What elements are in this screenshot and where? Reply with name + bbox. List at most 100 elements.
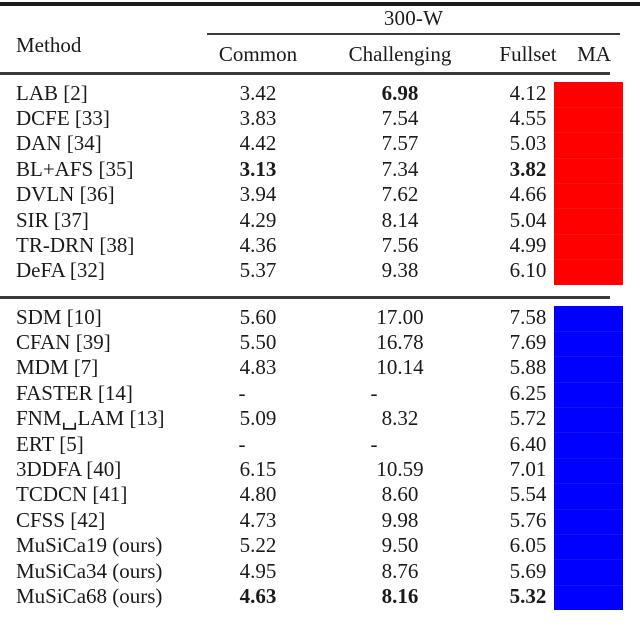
table-row: TR-DRN [38] 4.36 7.56 4.99 bbox=[0, 233, 640, 258]
table-row: SIR [37] 4.29 8.14 5.04 bbox=[0, 208, 640, 233]
cell-challenging: 6.98 bbox=[381, 80, 419, 105]
column-header-method: Method bbox=[16, 33, 82, 57]
table-row: DVLN [36] 3.94 7.62 4.66 bbox=[0, 182, 640, 207]
cell-common: 5.50 bbox=[239, 329, 277, 354]
ma-cell bbox=[554, 457, 623, 484]
group-header-rule bbox=[207, 33, 620, 35]
section-separator-rule bbox=[0, 296, 610, 299]
cell-challenging: 9.50 bbox=[381, 533, 419, 558]
table-row: MDM [7] 4.83 10.14 5.88 bbox=[0, 355, 640, 380]
ma-cell bbox=[554, 233, 623, 260]
cell-challenging: 17.00 bbox=[376, 304, 424, 329]
cell-method: ERT [5] bbox=[16, 431, 84, 456]
cell-method: CFAN [39] bbox=[16, 329, 111, 354]
cell-method: DCFE [33] bbox=[16, 105, 110, 130]
cell-method: MuSiCa19 (ours) bbox=[16, 533, 163, 558]
cell-common: - bbox=[238, 380, 246, 405]
table-row: DAN [34] 4.42 7.57 5.03 bbox=[0, 131, 640, 156]
cell-challenging: 9.38 bbox=[381, 258, 419, 283]
cell-method: TR-DRN [38] bbox=[16, 232, 135, 257]
table-row: FASTER [14] - -6.25 bbox=[0, 381, 640, 406]
table-row: CFSS [42] 4.73 9.98 5.76 bbox=[0, 508, 640, 533]
column-header-challenging: Challenging bbox=[348, 42, 452, 66]
ma-cell bbox=[554, 183, 623, 209]
table-row: FNM␣LAM [13] 5.09 8.32 5.72 bbox=[0, 406, 640, 431]
ma-block-section-red bbox=[554, 81, 623, 285]
column-header-ma: MA bbox=[577, 42, 611, 66]
cell-common: 4.36 bbox=[239, 232, 277, 257]
cell-challenging: - bbox=[370, 431, 378, 456]
ma-cell bbox=[554, 157, 623, 184]
ma-cell bbox=[554, 584, 623, 611]
table-row: BL+AFS [35] 3.13 7.34 3.82 bbox=[0, 157, 640, 182]
cell-challenging: 8.76 bbox=[381, 558, 419, 583]
cell-common: 6.15 bbox=[239, 456, 277, 481]
cell-challenging: 7.62 bbox=[381, 182, 419, 207]
cell-method: SIR [37] bbox=[16, 207, 89, 232]
cell-common: 4.42 bbox=[239, 131, 277, 156]
cell-method: MuSiCa34 (ours) bbox=[16, 558, 163, 583]
cell-method: DAN [34] bbox=[16, 131, 102, 156]
cell-challenging: - bbox=[370, 380, 378, 405]
cell-common: 4.73 bbox=[239, 507, 277, 532]
ma-cell bbox=[554, 432, 623, 458]
cell-challenging: 8.16 bbox=[381, 583, 419, 608]
cell-common: 5.37 bbox=[239, 258, 277, 283]
cell-common: 5.22 bbox=[239, 533, 277, 558]
ma-cell bbox=[554, 106, 623, 133]
group-header-300w: 300-W bbox=[383, 6, 444, 30]
cell-common: 4.63 bbox=[239, 583, 277, 608]
ma-cell bbox=[554, 534, 623, 560]
table-row: CFAN [39] 5.50 16.78 7.69 bbox=[0, 330, 640, 355]
cell-method: SDM [10] bbox=[16, 304, 102, 329]
cell-method: BL+AFS [35] bbox=[16, 156, 134, 181]
ma-cell bbox=[554, 208, 623, 234]
ma-cell bbox=[554, 483, 623, 509]
cell-method: TCDCN [41] bbox=[16, 482, 128, 507]
cell-challenging: 7.34 bbox=[381, 156, 419, 181]
table-row: DCFE [33] 3.83 7.54 4.55 bbox=[0, 106, 640, 131]
ma-block-section-blue bbox=[554, 305, 623, 611]
cell-method: 3DDFA [40] bbox=[16, 456, 122, 481]
table-row: DeFA [32] 5.37 9.38 6.10 bbox=[0, 258, 640, 283]
column-header-common: Common bbox=[218, 42, 298, 66]
ma-cell bbox=[554, 407, 623, 433]
cell-challenging: 8.60 bbox=[381, 482, 419, 507]
cell-common: 3.13 bbox=[239, 156, 277, 181]
ma-cell bbox=[554, 132, 623, 158]
ma-cell bbox=[554, 259, 623, 285]
cell-method: FNM␣LAM [13] bbox=[16, 406, 165, 431]
table-row: MuSiCa68 (ours) 4.63 8.16 5.32 bbox=[0, 584, 640, 609]
cell-method: MuSiCa68 (ours) bbox=[16, 583, 163, 608]
cell-common: - bbox=[238, 431, 246, 456]
cell-challenging: 16.78 bbox=[376, 329, 424, 354]
cell-challenging: 7.56 bbox=[381, 232, 419, 257]
cell-challenging: 9.98 bbox=[381, 507, 419, 532]
table-row: LAB [2] 3.42 6.98 4.12 bbox=[0, 81, 640, 106]
ma-cell bbox=[554, 508, 623, 535]
cell-challenging: 8.32 bbox=[381, 406, 419, 431]
cell-common: 4.29 bbox=[239, 207, 277, 232]
cell-challenging: 7.57 bbox=[381, 131, 419, 156]
ma-cell bbox=[554, 81, 623, 107]
cell-challenging: 10.14 bbox=[376, 355, 424, 380]
cell-method: MDM [7] bbox=[16, 355, 99, 380]
cell-common: 5.60 bbox=[239, 304, 277, 329]
header-bottom-rule bbox=[0, 72, 610, 75]
cell-common: 5.09 bbox=[239, 406, 277, 431]
table-row: TCDCN [41] 4.80 8.60 5.54 bbox=[0, 482, 640, 507]
cell-common: 4.95 bbox=[239, 558, 277, 583]
cell-method: DeFA [32] bbox=[16, 258, 105, 283]
ma-cell bbox=[554, 559, 623, 585]
table-row: MuSiCa34 (ours) 4.95 8.76 5.69 bbox=[0, 559, 640, 584]
column-header-fullset: Fullset bbox=[499, 42, 557, 66]
table-row: 3DDFA [40] 6.15 10.59 7.01 bbox=[0, 457, 640, 482]
table-row: ERT [5] - -6.40 bbox=[0, 432, 640, 457]
ma-cell bbox=[554, 330, 623, 357]
cell-challenging: 8.14 bbox=[381, 207, 419, 232]
cell-challenging: 7.54 bbox=[381, 105, 419, 130]
cell-method: LAB [2] bbox=[16, 80, 88, 105]
ma-cell bbox=[554, 381, 623, 408]
cell-common: 4.80 bbox=[239, 482, 277, 507]
cell-method: CFSS [42] bbox=[16, 507, 106, 532]
